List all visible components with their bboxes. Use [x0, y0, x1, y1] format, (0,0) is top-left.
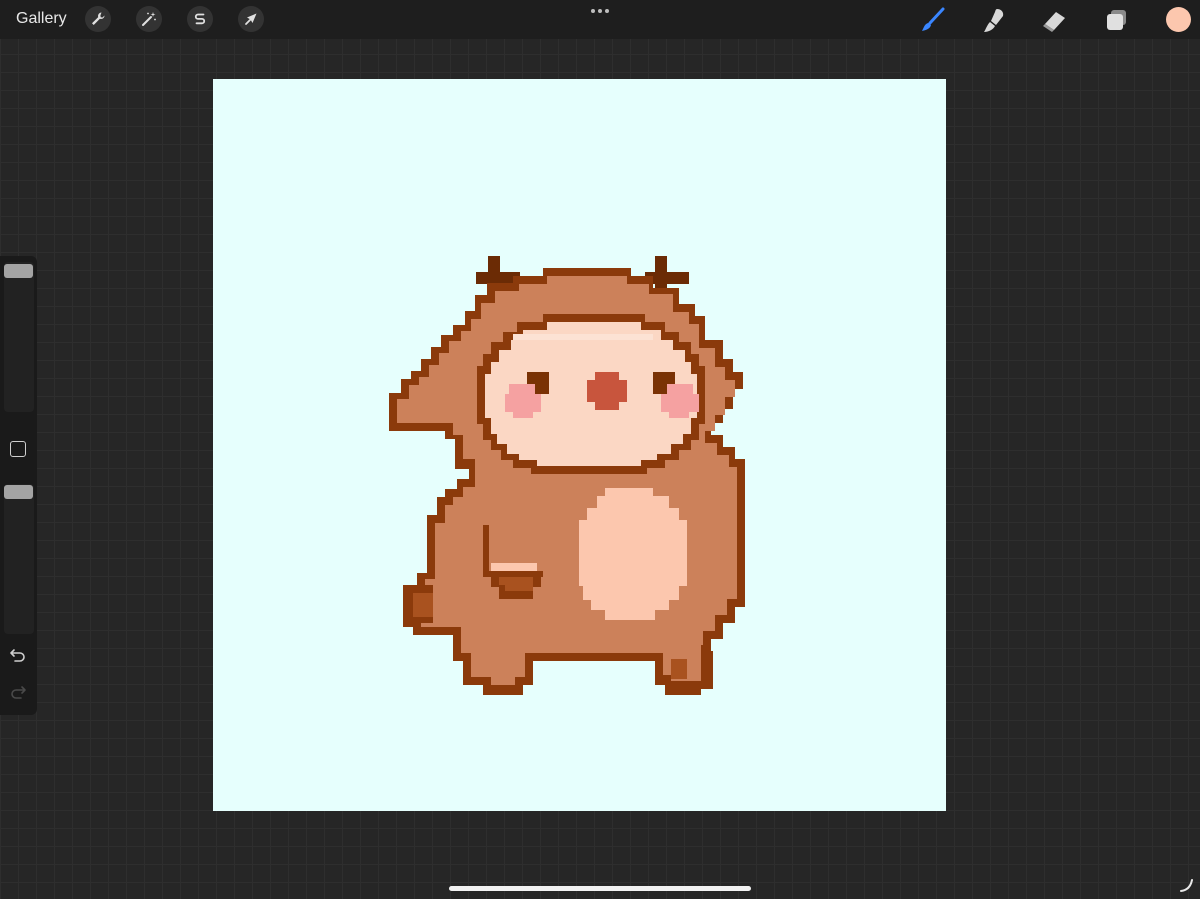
arrow-cursor-icon: [245, 13, 257, 25]
actions-button[interactable]: [85, 6, 111, 32]
top-toolbar: Gallery: [0, 0, 1200, 39]
wrench-icon: [92, 12, 105, 25]
selection-button[interactable]: [187, 6, 213, 32]
layers-tool[interactable]: [1103, 6, 1131, 34]
redo-button[interactable]: [9, 683, 27, 701]
undo-icon: [10, 649, 25, 662]
eraser-icon: [1043, 12, 1065, 32]
modify-button[interactable]: [10, 441, 26, 457]
smudge-icon: [984, 9, 1004, 32]
quickshape-curve-icon: [1180, 879, 1193, 892]
selection-s-icon: [194, 13, 206, 25]
left-sidebar: [0, 256, 37, 715]
adjustments-button[interactable]: [136, 6, 162, 32]
opacity-handle[interactable]: [4, 485, 33, 499]
brush-icon: [922, 7, 945, 31]
undo-button[interactable]: [9, 646, 27, 664]
brush-tool[interactable]: [919, 6, 947, 34]
color-picker-swatch[interactable]: [1166, 7, 1191, 32]
magic-wand-icon: [142, 12, 156, 26]
more-options-icon[interactable]: [588, 4, 612, 18]
gallery-button[interactable]: Gallery: [16, 10, 67, 28]
redo-icon: [11, 686, 26, 699]
pixel-art-bear: [213, 79, 946, 811]
transform-button[interactable]: [238, 6, 264, 32]
layers-icon: [1107, 10, 1126, 30]
opacity-slider[interactable]: [4, 484, 34, 634]
home-indicator: [449, 886, 751, 891]
drawing-canvas[interactable]: [213, 79, 946, 811]
smudge-tool[interactable]: [980, 6, 1008, 34]
eraser-tool[interactable]: [1041, 6, 1069, 34]
brush-size-handle[interactable]: [4, 264, 33, 278]
brush-size-slider[interactable]: [4, 262, 34, 412]
